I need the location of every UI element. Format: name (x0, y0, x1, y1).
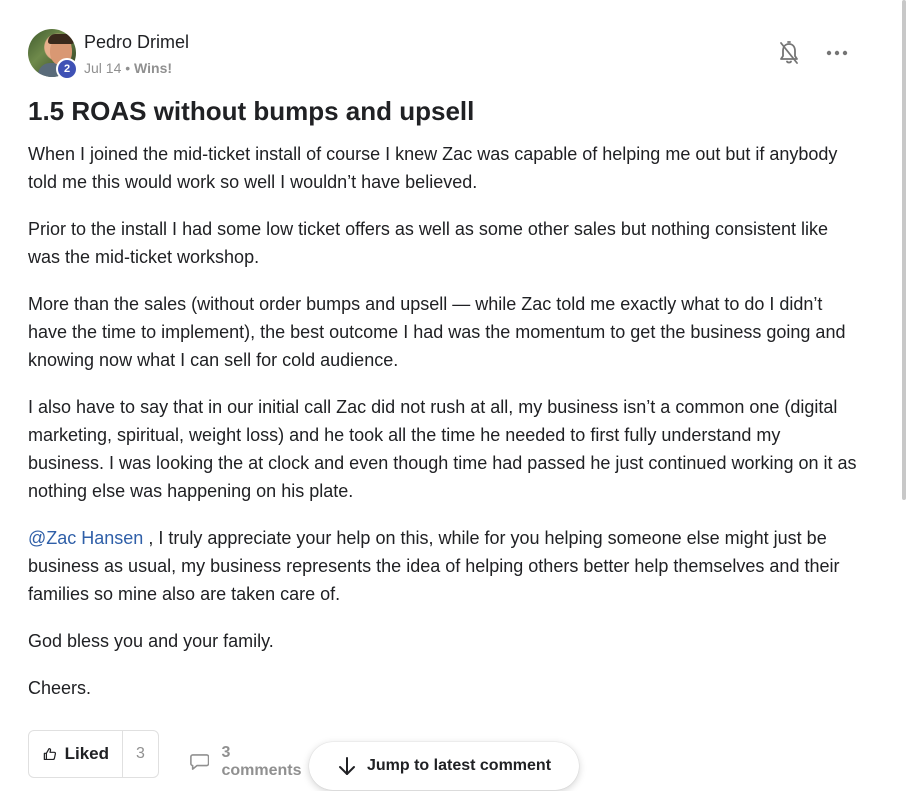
comment-icon (190, 754, 210, 770)
more-options-button[interactable] (823, 40, 851, 66)
notifications-toggle-button[interactable] (776, 40, 802, 66)
post-paragraph: God bless you and your family. (28, 631, 274, 651)
thumbs-up-icon (43, 747, 57, 761)
post-body: When I joined the mid-ticket install of … (28, 140, 858, 702)
like-label: Liked (64, 744, 109, 763)
scrollbar-thumb[interactable] (902, 0, 906, 500)
scrollbar[interactable] (901, 0, 907, 791)
meta-separator: • (125, 60, 131, 76)
post-paragraph: When I joined the mid-ticket install of … (28, 144, 838, 192)
post-paragraph: Cheers. (28, 678, 92, 698)
post-paragraph: More than the sales (without order bumps… (28, 294, 846, 370)
jump-to-latest-comment-button[interactable]: Jump to latest comment (309, 742, 579, 790)
avatar-hair (48, 34, 74, 44)
arrow-down-icon (338, 757, 355, 775)
like-count[interactable]: 3 (136, 745, 145, 763)
post-title: 1.5 ROAS without bumps and upsell (28, 96, 475, 126)
post-date[interactable]: Jul 14 (84, 60, 121, 76)
mention-paragraph-text: , I truly appreciate your help on this, … (28, 528, 840, 604)
post-paragraph-mention: @Zac Hansen , I truly appreciate your he… (28, 524, 858, 608)
level-badge: 2 (56, 58, 78, 80)
like-divider (122, 731, 123, 777)
author-name[interactable]: Pedro Drimel (84, 32, 189, 53)
user-mention-link[interactable]: @Zac Hansen (28, 528, 143, 548)
post: 2 Pedro Drimel Jul 14 • Wins! 1.5 ROAS w… (28, 28, 858, 721)
bell-off-icon (780, 41, 798, 64)
jump-label: Jump to latest comment (366, 757, 552, 774)
post-header: 2 Pedro Drimel Jul 14 • Wins! (28, 28, 858, 80)
like-control: Liked 3 (28, 730, 159, 778)
post-paragraph: Prior to the install I had some low tick… (28, 219, 829, 267)
comments-button[interactable]: 3 comments (190, 744, 304, 780)
comments-count-label: 3 comments (221, 744, 302, 779)
post-category[interactable]: Wins! (134, 60, 172, 76)
post-paragraph: I also have to say that in our initial c… (28, 397, 857, 501)
post-meta: Jul 14 • Wins! (84, 60, 172, 76)
more-horizontal-icon (826, 50, 848, 56)
like-button[interactable]: Liked (29, 731, 109, 777)
